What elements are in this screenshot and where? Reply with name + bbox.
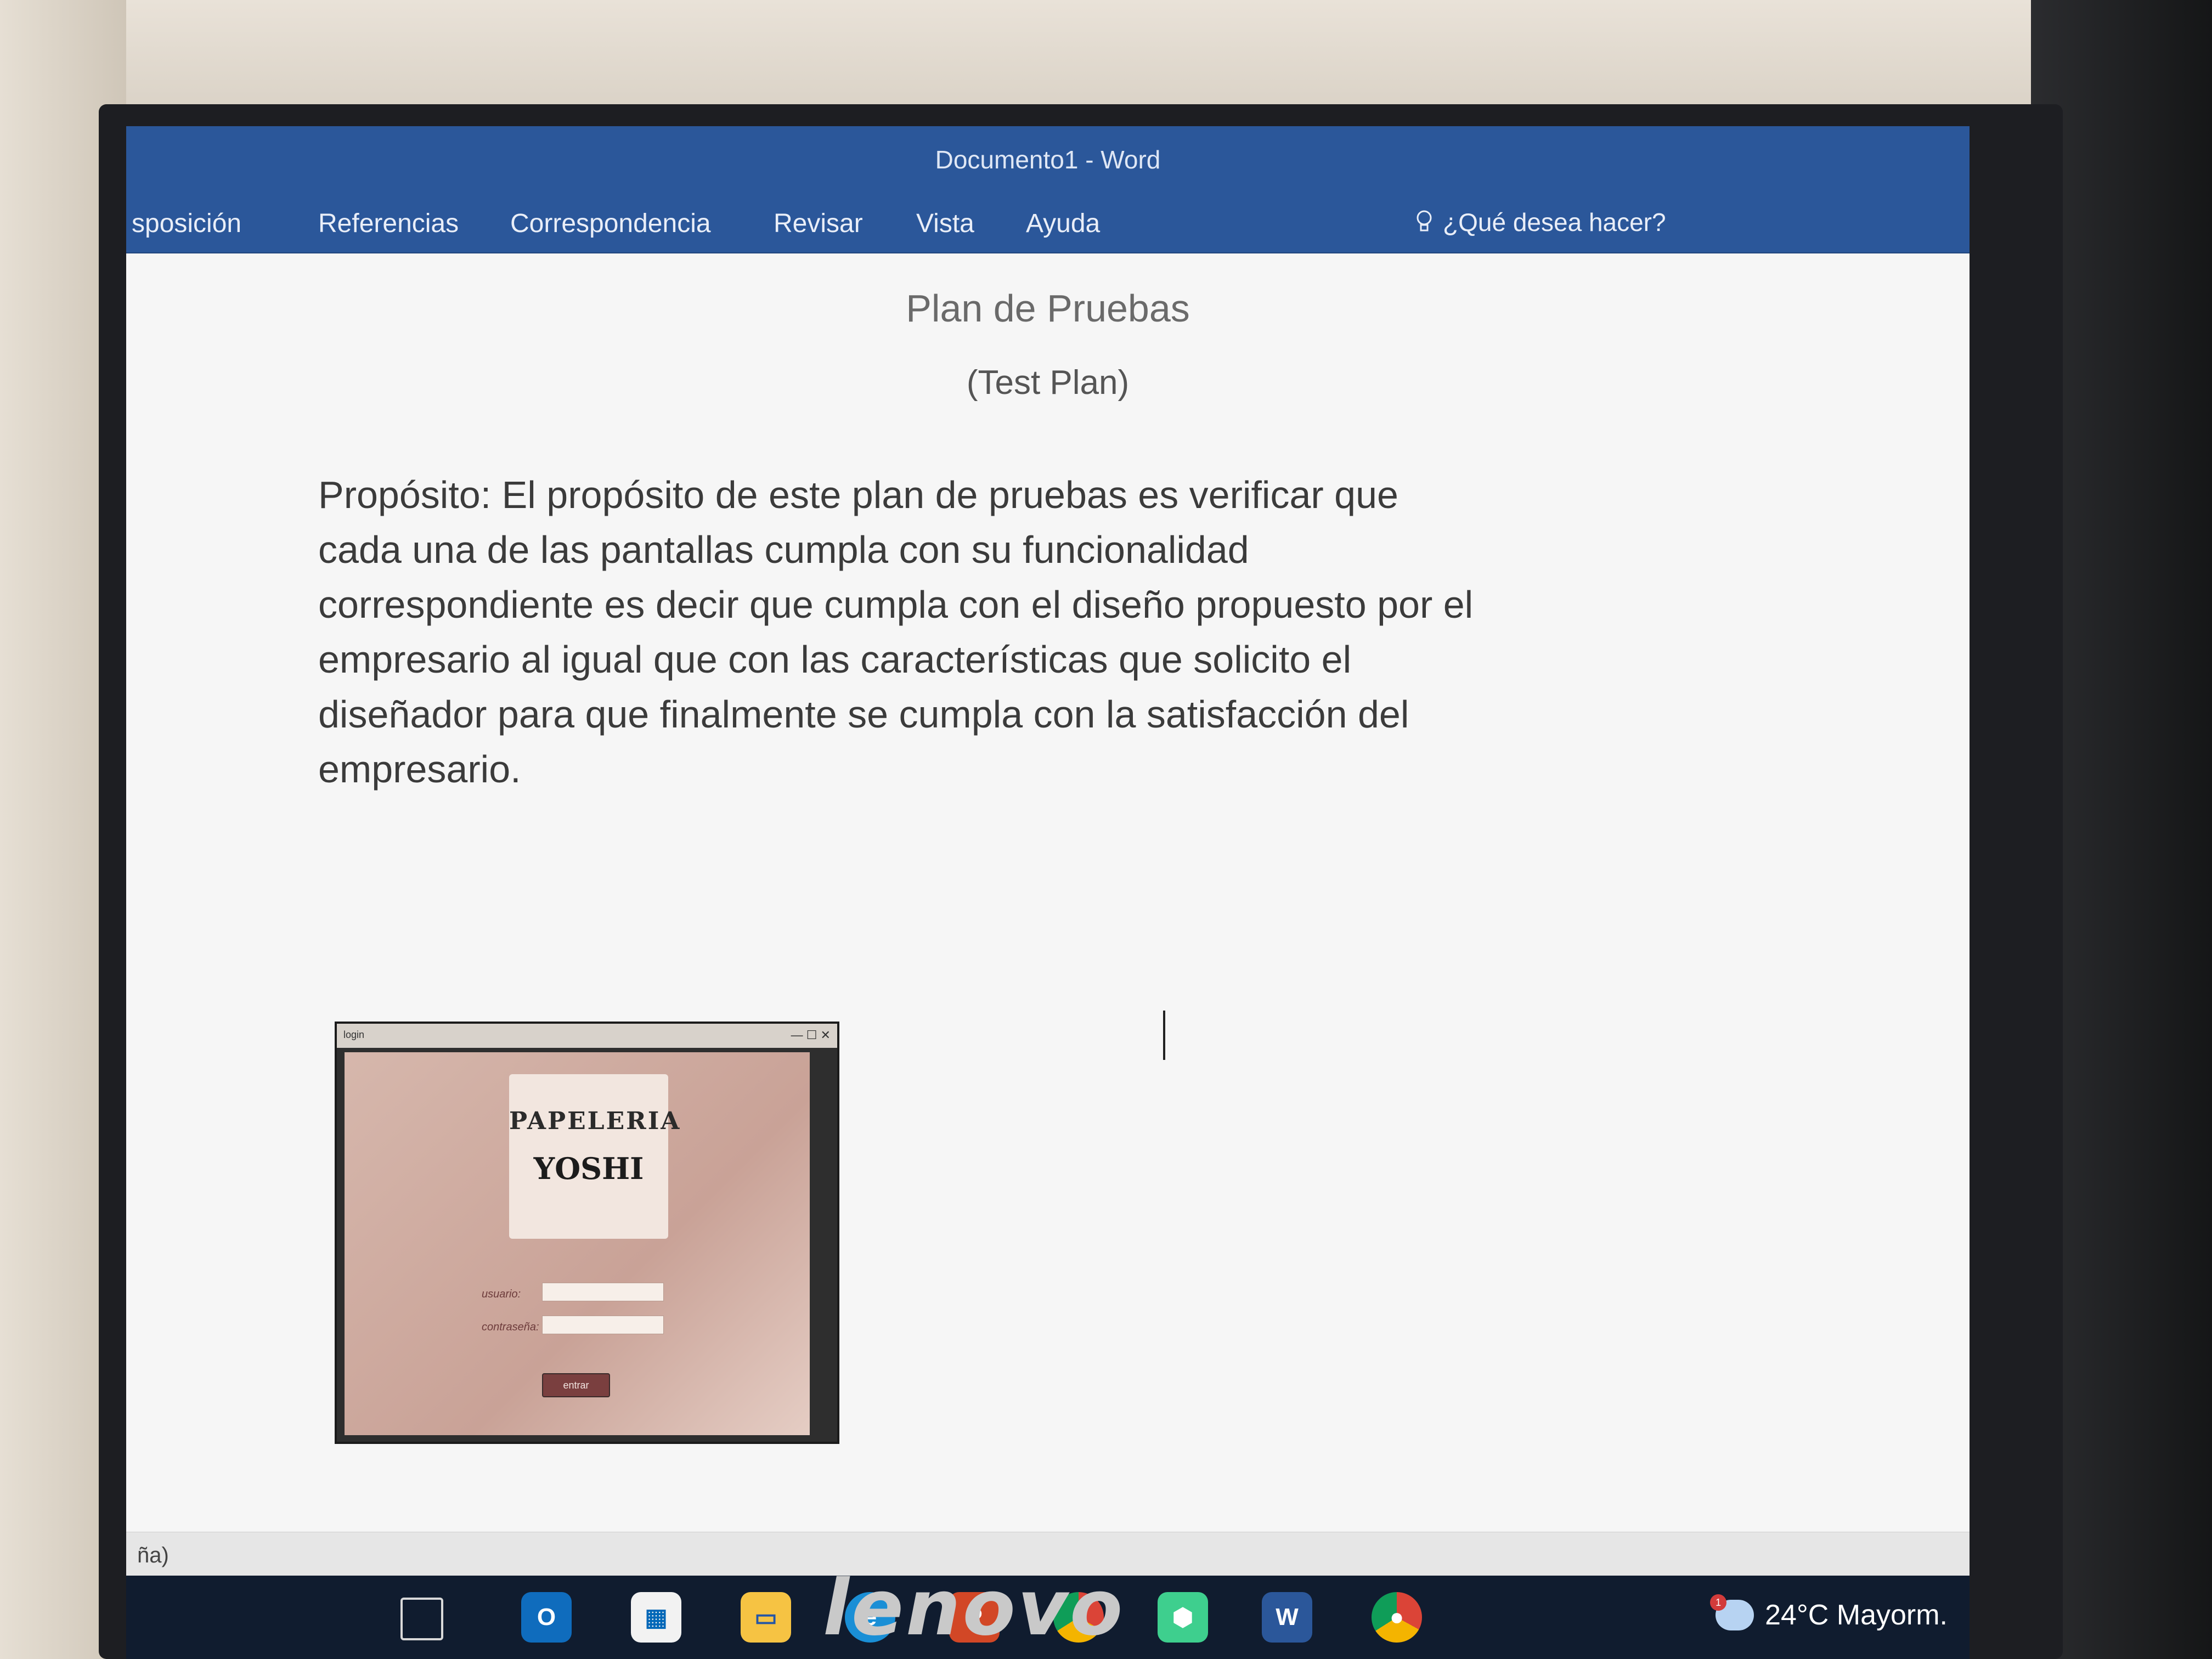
document-page[interactable]: Plan de Pruebas (Test Plan) Propósito: E… [126, 253, 1970, 1532]
lightbulb-icon [1417, 210, 1432, 232]
weather-text: 24°C Mayorm. [1765, 1599, 1948, 1632]
tab-revisar[interactable]: Revisar [774, 208, 863, 239]
chrome-profile-icon[interactable]: ● [1372, 1592, 1422, 1643]
tab-referencias[interactable]: Referencias [318, 208, 459, 239]
login-enter-button: entrar [542, 1373, 610, 1397]
document-body: Propósito: El propósito de este plan de … [318, 473, 1474, 791]
monitor-brand-logo: lenovo [823, 1564, 1125, 1653]
weather-alert-badge: 1 [1710, 1594, 1727, 1611]
tab-correspondencia[interactable]: Correspondencia [510, 208, 711, 239]
tab-ayuda[interactable]: Ayuda [1026, 208, 1100, 239]
window-title: Documento1 - Word [935, 145, 1161, 174]
user-label: usuario: [482, 1288, 521, 1300]
text-cursor [1163, 1011, 1165, 1060]
embedded-login-screenshot[interactable]: login — ☐ ✕ PAPELERIA YOSHI usuario: con… [335, 1022, 839, 1444]
password-input [542, 1316, 664, 1334]
word-icon[interactable]: W [1262, 1592, 1312, 1643]
app-cube-icon[interactable]: ⬢ [1158, 1592, 1208, 1643]
weather-condition: Mayorm. [1836, 1599, 1948, 1631]
tab-disposicion[interactable]: sposición [132, 208, 241, 239]
cloud-icon: 1 [1710, 1594, 1754, 1630]
store-icon[interactable]: ▦ [631, 1592, 681, 1643]
weather-temperature: 24°C [1765, 1599, 1829, 1631]
login-window-controls: — ☐ ✕ [791, 1028, 831, 1042]
document-title: Plan de Pruebas [906, 287, 1190, 330]
status-language: ña) [137, 1543, 169, 1567]
logo-papeleria-text: PAPELERIA [509, 1107, 681, 1135]
ribbon-tabs: sposición Referencias Correspondencia Re… [126, 192, 1970, 253]
login-window-title: login [343, 1029, 365, 1040]
outlook-icon[interactable]: O [521, 1592, 572, 1643]
monitor-screen: Documento1 - Word sposición Referencias … [126, 126, 1970, 1659]
tell-me-label: ¿Qué desea hacer? [1443, 208, 1666, 236]
logo-yoshi-text: YOSHI [533, 1151, 644, 1186]
file-explorer-icon[interactable]: ▭ [741, 1592, 791, 1643]
task-view-icon[interactable] [400, 1598, 443, 1640]
tab-vista[interactable]: Vista [916, 208, 974, 239]
tell-me-search[interactable]: ¿Qué desea hacer? [1415, 207, 1666, 237]
papeleria-logo: PAPELERIA YOSHI [509, 1074, 681, 1239]
document-subtitle: (Test Plan) [966, 364, 1130, 402]
weather-widget[interactable]: 1 24°C Mayorm. [1710, 1594, 1948, 1632]
title-bar: Documento1 - Word [126, 126, 1970, 192]
login-window-titlebar: login — ☐ ✕ [337, 1024, 837, 1048]
password-label: contraseña: [482, 1321, 539, 1333]
user-input [542, 1283, 664, 1301]
login-window-body: PAPELERIA YOSHI usuario: contraseña: ent… [345, 1052, 810, 1435]
